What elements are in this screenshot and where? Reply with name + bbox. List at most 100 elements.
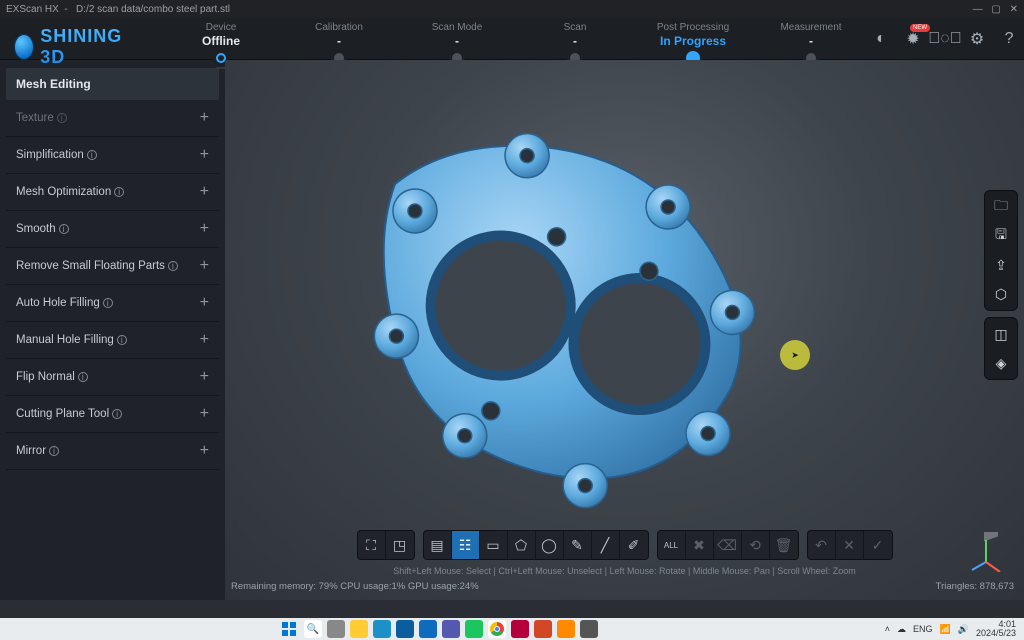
share-mesh-button[interactable]: ⬡ bbox=[989, 283, 1013, 305]
info-icon: i bbox=[87, 150, 97, 160]
layer-multi-button[interactable]: ☷ bbox=[452, 531, 480, 559]
sidebar-item-mirror[interactable]: Mirrori + bbox=[6, 433, 219, 470]
system-tray[interactable]: ˄ ☁ ENG 📶 🔊 4:01 2024/5/23 bbox=[885, 620, 1024, 638]
taskbar-store-icon[interactable] bbox=[396, 620, 414, 638]
sidebar-item-texture[interactable]: Texturei + bbox=[6, 100, 219, 137]
clear-button[interactable]: 🗑 bbox=[770, 531, 798, 559]
open-project-button[interactable]: 🗀 bbox=[989, 196, 1013, 218]
select-all-button[interactable]: ALL bbox=[658, 531, 686, 559]
info-icon: i bbox=[114, 187, 124, 197]
taskbar-chrome-icon[interactable] bbox=[488, 620, 506, 638]
help-icon[interactable]: ? bbox=[998, 28, 1020, 50]
taskbar-edge-icon[interactable] bbox=[373, 620, 391, 638]
poly-select-button[interactable]: ⬠ bbox=[508, 531, 536, 559]
layer-single-button[interactable]: ▤ bbox=[424, 531, 452, 559]
btm-group-g2: ▤☷▭⬠◯✎╱✐ bbox=[423, 530, 649, 560]
expand-icon: + bbox=[200, 257, 209, 275]
taskbar-explorer-icon[interactable] bbox=[350, 620, 368, 638]
brush-button[interactable]: ✎ bbox=[564, 531, 592, 559]
sidebar-item-manual-hole-filling[interactable]: Manual Hole Fillingi + bbox=[6, 322, 219, 359]
account-icon[interactable]: ◐ bbox=[870, 28, 892, 50]
close-button[interactable]: ✕ bbox=[1010, 4, 1018, 15]
step-post-processing[interactable]: Post Processing In Progress bbox=[634, 22, 752, 48]
btm-group-g4: ↶✕✓ bbox=[807, 530, 893, 560]
expand-icon: + bbox=[200, 220, 209, 238]
save-project-button[interactable]: 🖫 bbox=[989, 225, 1013, 247]
expand-icon: + bbox=[200, 109, 209, 127]
right-toolbar: 🗀 🖫 ⇪ ⬡ ◫ ◈ bbox=[984, 190, 1018, 380]
view-toggle-button[interactable]: ◈ bbox=[989, 352, 1013, 374]
taskbar-task-view-icon[interactable] bbox=[327, 620, 345, 638]
step-measurement[interactable]: Measurement - bbox=[752, 22, 870, 48]
sidebar: Mesh Editing Texturei +Simplificationi +… bbox=[0, 60, 225, 600]
taskbar-mail-icon[interactable] bbox=[419, 620, 437, 638]
expand-icon: + bbox=[200, 294, 209, 312]
help-strip: Shift+Left Mouse: Select | Ctrl+Left Mou… bbox=[393, 566, 856, 576]
tray-volume-icon[interactable]: 🔊 bbox=[958, 624, 969, 635]
undo-button[interactable]: ↶ bbox=[808, 531, 836, 559]
tray-date[interactable]: 2024/5/23 bbox=[976, 629, 1016, 638]
taskbar-powerpoint-icon[interactable] bbox=[534, 620, 552, 638]
rect-select-button[interactable]: ▭ bbox=[480, 531, 508, 559]
apply-button[interactable]: ✓ bbox=[864, 531, 892, 559]
sidebar-item-mesh-optimization[interactable]: Mesh Optimizationi + bbox=[6, 174, 219, 211]
line-button[interactable]: ╱ bbox=[592, 531, 620, 559]
app-name: EXScan HX bbox=[6, 4, 59, 15]
taskbar-teams-icon[interactable] bbox=[442, 620, 460, 638]
lasso-button[interactable]: ◯ bbox=[536, 531, 564, 559]
step-scan-mode[interactable]: Scan Mode - bbox=[398, 22, 516, 48]
notifications-icon[interactable]: ✹NEW bbox=[902, 28, 924, 50]
fit-view-button[interactable]: ⛶ bbox=[358, 531, 386, 559]
maximize-button[interactable]: ▢ bbox=[991, 4, 1000, 15]
expand-icon: + bbox=[200, 146, 209, 164]
info-icon: i bbox=[117, 335, 127, 345]
export-button[interactable]: ⇪ bbox=[989, 254, 1013, 276]
step-calibration[interactable]: Calibration - bbox=[280, 22, 398, 48]
info-icon: i bbox=[112, 409, 122, 419]
sidebar-item-flip-normal[interactable]: Flip Normali + bbox=[6, 359, 219, 396]
tray-wifi-icon[interactable]: 📶 bbox=[940, 624, 951, 635]
mesh-preview bbox=[325, 100, 765, 530]
axis-gizmo[interactable] bbox=[966, 532, 1006, 572]
minimize-button[interactable]: — bbox=[973, 4, 983, 15]
taskbar-hx-icon[interactable] bbox=[557, 620, 575, 638]
sidebar-item-simplification[interactable]: Simplificationi + bbox=[6, 137, 219, 174]
taskbar-start-icon[interactable] bbox=[281, 620, 299, 638]
sidebar-item-remove-small-floating-parts[interactable]: Remove Small Floating Partsi + bbox=[6, 248, 219, 285]
btm-group-g1: ⛶◳ bbox=[357, 530, 415, 560]
bottom-toolbar: ⛶◳ ▤☷▭⬠◯✎╱✐ ALL✖⌫⟲🗑 ↶✕✓ bbox=[357, 530, 893, 560]
perspective-button[interactable]: ◳ bbox=[386, 531, 414, 559]
viewport-3d[interactable]: 🗀 🖫 ⇪ ⬡ ◫ ◈ ⛶◳ ▤☷▭⬠◯✎╱✐ ALL✖⌫⟲🗑 ↶✕✓ Shift+Left … bbox=[225, 60, 1024, 600]
settings-icon[interactable]: ⚙ bbox=[966, 28, 988, 50]
cancel-sel-button[interactable]: ⌫ bbox=[714, 531, 742, 559]
taskbar-search-icon[interactable]: 🔍 bbox=[304, 620, 322, 638]
taskbar-spotify-icon[interactable] bbox=[465, 620, 483, 638]
reject-button[interactable]: ✕ bbox=[836, 531, 864, 559]
info-icon: i bbox=[78, 372, 88, 382]
sidebar-item-smooth[interactable]: Smoothi + bbox=[6, 211, 219, 248]
step-device[interactable]: Device Offline bbox=[162, 22, 280, 48]
tray-chevron-icon[interactable]: ˄ bbox=[885, 624, 890, 634]
tray-lang[interactable]: ENG bbox=[913, 624, 933, 634]
taskbar-camera-icon[interactable] bbox=[580, 620, 598, 638]
btm-group-g3: ALL✖⌫⟲🗑 bbox=[657, 530, 799, 560]
eyedrop-button[interactable]: ✐ bbox=[620, 531, 648, 559]
windows-taskbar[interactable]: 🔍 ˄ ☁ ENG 📶 🔊 4:01 2024/5/23 bbox=[0, 618, 1024, 640]
brand-text: SHINING 3D bbox=[40, 26, 128, 68]
info-icon: i bbox=[49, 446, 59, 456]
sidebar-item-auto-hole-filling[interactable]: Auto Hole Fillingi + bbox=[6, 285, 219, 322]
step-scan[interactable]: Scan - bbox=[516, 22, 634, 48]
sidebar-item-cutting-plane-tool[interactable]: Cutting Plane Tooli + bbox=[6, 396, 219, 433]
delete-button[interactable]: ✖ bbox=[686, 531, 714, 559]
expand-icon: + bbox=[200, 368, 209, 386]
invert-button[interactable]: ⟲ bbox=[742, 531, 770, 559]
shading-toggle-button[interactable]: ◫ bbox=[989, 323, 1013, 345]
expand-icon: + bbox=[200, 331, 209, 349]
topbar-icons: ◐ ✹NEW �ី ⚙? bbox=[870, 28, 1020, 50]
tray-onedrive-icon[interactable]: ☁ bbox=[897, 624, 906, 635]
top-bar: SHINING 3D Device Offline Calibration - … bbox=[0, 18, 1024, 60]
cursor-highlight bbox=[780, 340, 810, 370]
info-icon: i bbox=[57, 113, 67, 123]
taskbar-filezilla-icon[interactable] bbox=[511, 620, 529, 638]
share-icon[interactable]: �ី bbox=[934, 28, 956, 50]
